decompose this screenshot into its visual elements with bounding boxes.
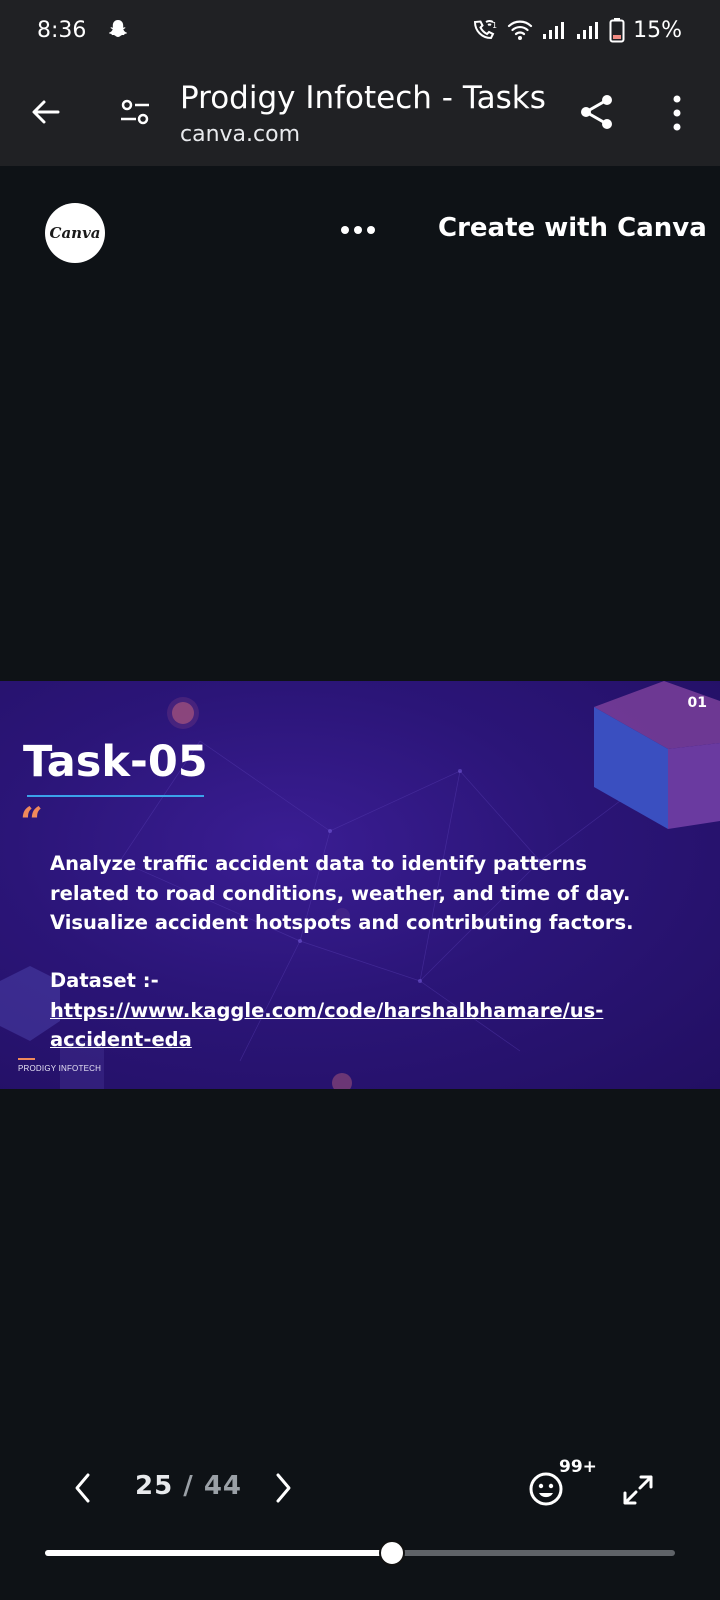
reaction-count-badge: 99+: [559, 1457, 597, 1477]
brand-accent-line: [18, 1058, 35, 1060]
canva-logo[interactable]: Canva: [45, 203, 105, 263]
svg-text:1: 1: [492, 21, 497, 30]
status-time: 8:36: [37, 18, 87, 43]
progress-fill: [45, 1550, 392, 1556]
title-underline: [27, 795, 204, 797]
status-icons: 1 15%: [471, 17, 682, 43]
back-arrow-icon[interactable]: [28, 94, 64, 130]
create-with-canva-button[interactable]: Create with Canva: [438, 213, 707, 243]
total-pages: 44: [203, 1471, 242, 1501]
next-page-icon[interactable]: [270, 1470, 296, 1506]
wifi-call-icon: 1: [471, 18, 499, 42]
browser-app-bar: Prodigy Infotech - Tasks canva.com: [0, 64, 720, 166]
battery-percent: 15%: [633, 17, 682, 43]
slide-dataset: Dataset :- https://www.kaggle.com/code/h…: [50, 966, 660, 1055]
slide-title: Task-05: [23, 737, 208, 787]
wifi-icon: [507, 18, 533, 42]
dataset-label: Dataset :-: [50, 969, 159, 992]
dataset-link[interactable]: https://www.kaggle.com/code/harshalbhama…: [50, 996, 610, 1055]
share-icon[interactable]: [577, 92, 617, 132]
more-options-icon[interactable]: [341, 226, 377, 236]
status-bar: 8:36 1 15%: [0, 0, 720, 64]
quote-icon: “: [20, 799, 44, 846]
snapchat-icon: [106, 18, 130, 42]
slide-brand-text: PRODIGY INFOTECH: [18, 1064, 102, 1073]
current-page: 25: [135, 1471, 174, 1501]
page-separator: /: [183, 1471, 194, 1501]
presentation-slide: 01 Task-05 “ Analyze traffic accident da…: [0, 681, 720, 1089]
signal-icon: [541, 18, 567, 42]
battery-icon: [609, 17, 625, 43]
progress-thumb[interactable]: [379, 1540, 405, 1566]
page-url[interactable]: canva.com: [180, 122, 300, 147]
slide-number: 01: [687, 695, 707, 711]
page-indicator: 25 / 44: [135, 1471, 242, 1501]
slide-description: Analyze traffic accident data to identif…: [50, 852, 634, 934]
tune-icon[interactable]: [119, 96, 151, 128]
signal-icon: [575, 18, 601, 42]
fullscreen-icon[interactable]: [621, 1473, 655, 1507]
page-title[interactable]: Prodigy Infotech - Tasks: [180, 80, 546, 116]
previous-page-icon[interactable]: [70, 1470, 96, 1506]
more-vert-icon[interactable]: [665, 94, 689, 132]
